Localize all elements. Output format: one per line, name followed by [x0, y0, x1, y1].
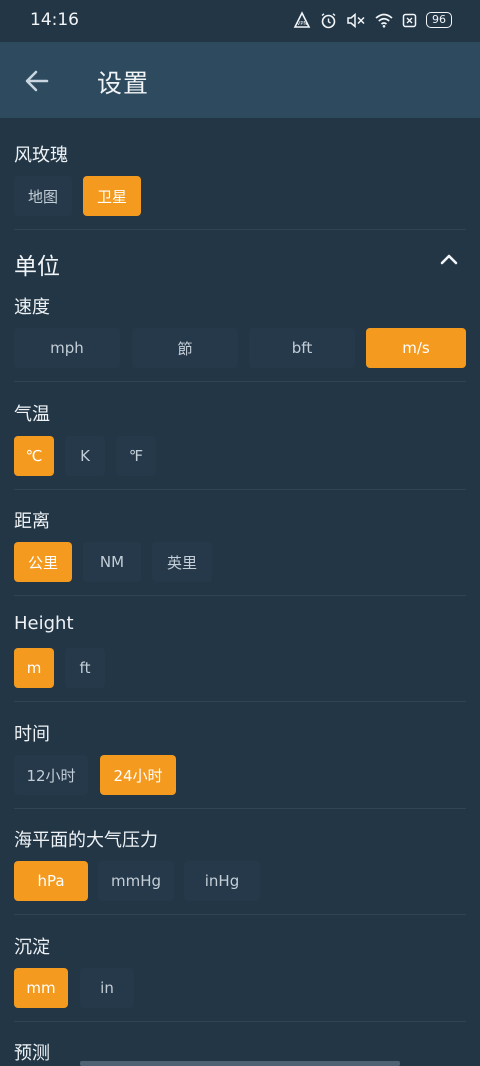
windrose-label: 风玫瑰 [14, 145, 68, 166]
precip-option-mm[interactable]: mm [14, 968, 68, 1008]
pressure-option-inhg[interactable]: inHg [184, 861, 260, 901]
speed-option-ms[interactable]: m/s [366, 328, 466, 368]
sim-off-icon [402, 13, 417, 27]
divider [14, 381, 466, 382]
precip-option-in[interactable]: in [80, 968, 134, 1008]
precipitation-label: 沉淀 [14, 937, 50, 958]
distance-option-km[interactable]: 公里 [14, 542, 72, 582]
vpn-icon: VPN [293, 11, 311, 28]
height-option-m[interactable]: m [14, 648, 54, 688]
time-option-12h[interactable]: 12小时 [14, 755, 88, 795]
status-time: 14:16 [30, 10, 79, 30]
speed-option-mph[interactable]: mph [14, 328, 120, 368]
time-option-24h[interactable]: 24小时 [100, 755, 176, 795]
time-format-label: 时间 [14, 724, 50, 745]
windrose-option-satellite[interactable]: 卫星 [83, 176, 141, 216]
battery-icon: 96 [426, 12, 452, 28]
page-title: 设置 [97, 69, 150, 98]
pressure-option-hpa[interactable]: hPa [14, 861, 88, 901]
temperature-label: 气温 [14, 404, 50, 425]
divider [14, 808, 466, 809]
temp-option-celsius[interactable]: ℃ [14, 436, 54, 476]
pressure-label: 海平面的大气压力 [14, 830, 158, 851]
windrose-option-map[interactable]: 地图 [14, 176, 72, 216]
divider [14, 489, 466, 490]
status-icons: VPN 96 [293, 11, 452, 29]
bottom-scroll-indicator [80, 1061, 400, 1066]
svg-text:VPN: VPN [297, 21, 307, 27]
distance-option-miles[interactable]: 英里 [152, 542, 212, 582]
distance-label: 距离 [14, 511, 50, 532]
pressure-option-mmhg[interactable]: mmHg [98, 861, 174, 901]
mute-icon [347, 12, 365, 28]
status-bar: 14:16 VPN 96 [0, 0, 480, 42]
back-arrow-icon[interactable] [22, 66, 52, 96]
temp-option-fahrenheit[interactable]: ℉ [116, 436, 156, 476]
speed-label: 速度 [14, 297, 50, 318]
units-heading: 单位 [14, 254, 60, 280]
wifi-icon [375, 13, 393, 28]
divider [14, 701, 466, 702]
speed-option-knots[interactable]: 節 [132, 328, 238, 368]
divider [14, 229, 466, 230]
app-bar: 设置 [0, 42, 480, 118]
alarm-icon [321, 12, 336, 28]
speed-option-bft[interactable]: bft [249, 328, 355, 368]
chevron-up-icon[interactable] [438, 249, 460, 271]
height-option-ft[interactable]: ft [65, 648, 105, 688]
temp-option-kelvin[interactable]: K [65, 436, 105, 476]
divider [14, 595, 466, 596]
divider [14, 1021, 466, 1022]
height-label: Height [14, 613, 74, 634]
forecast-label: 预测 [14, 1043, 50, 1064]
divider [14, 914, 466, 915]
distance-option-nm[interactable]: NM [83, 542, 141, 582]
